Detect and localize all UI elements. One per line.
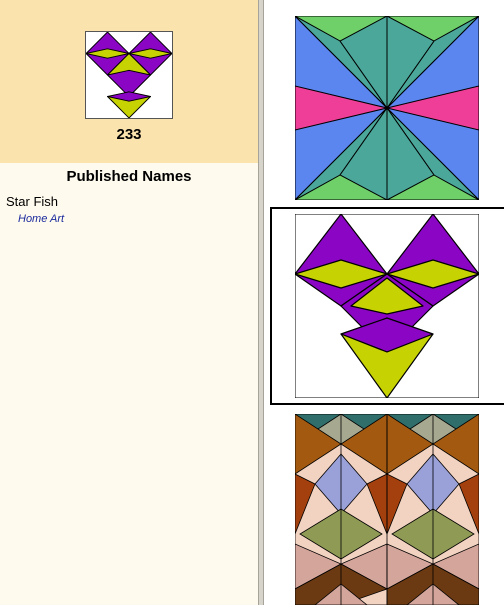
block-number: 233 <box>116 126 142 143</box>
block-thumbnail-panel: 233 <box>0 0 258 163</box>
published-names-heading: Published Names <box>66 168 192 185</box>
block-info-pane: 233 Published Names Star Fish Home Art <box>0 0 258 605</box>
published-name-source[interactable]: Home Art <box>18 213 64 225</box>
selected-variation-frame <box>270 207 504 405</box>
block-variation[interactable] <box>295 414 479 605</box>
starfish-thumbnail-icon <box>86 32 172 118</box>
block-thumbnail[interactable] <box>85 31 173 119</box>
variations-pane <box>264 0 504 605</box>
published-name[interactable]: Star Fish <box>6 194 58 209</box>
variation-1-icon <box>295 16 479 200</box>
variation-3-icon <box>295 414 479 605</box>
block-variation[interactable] <box>295 16 479 200</box>
